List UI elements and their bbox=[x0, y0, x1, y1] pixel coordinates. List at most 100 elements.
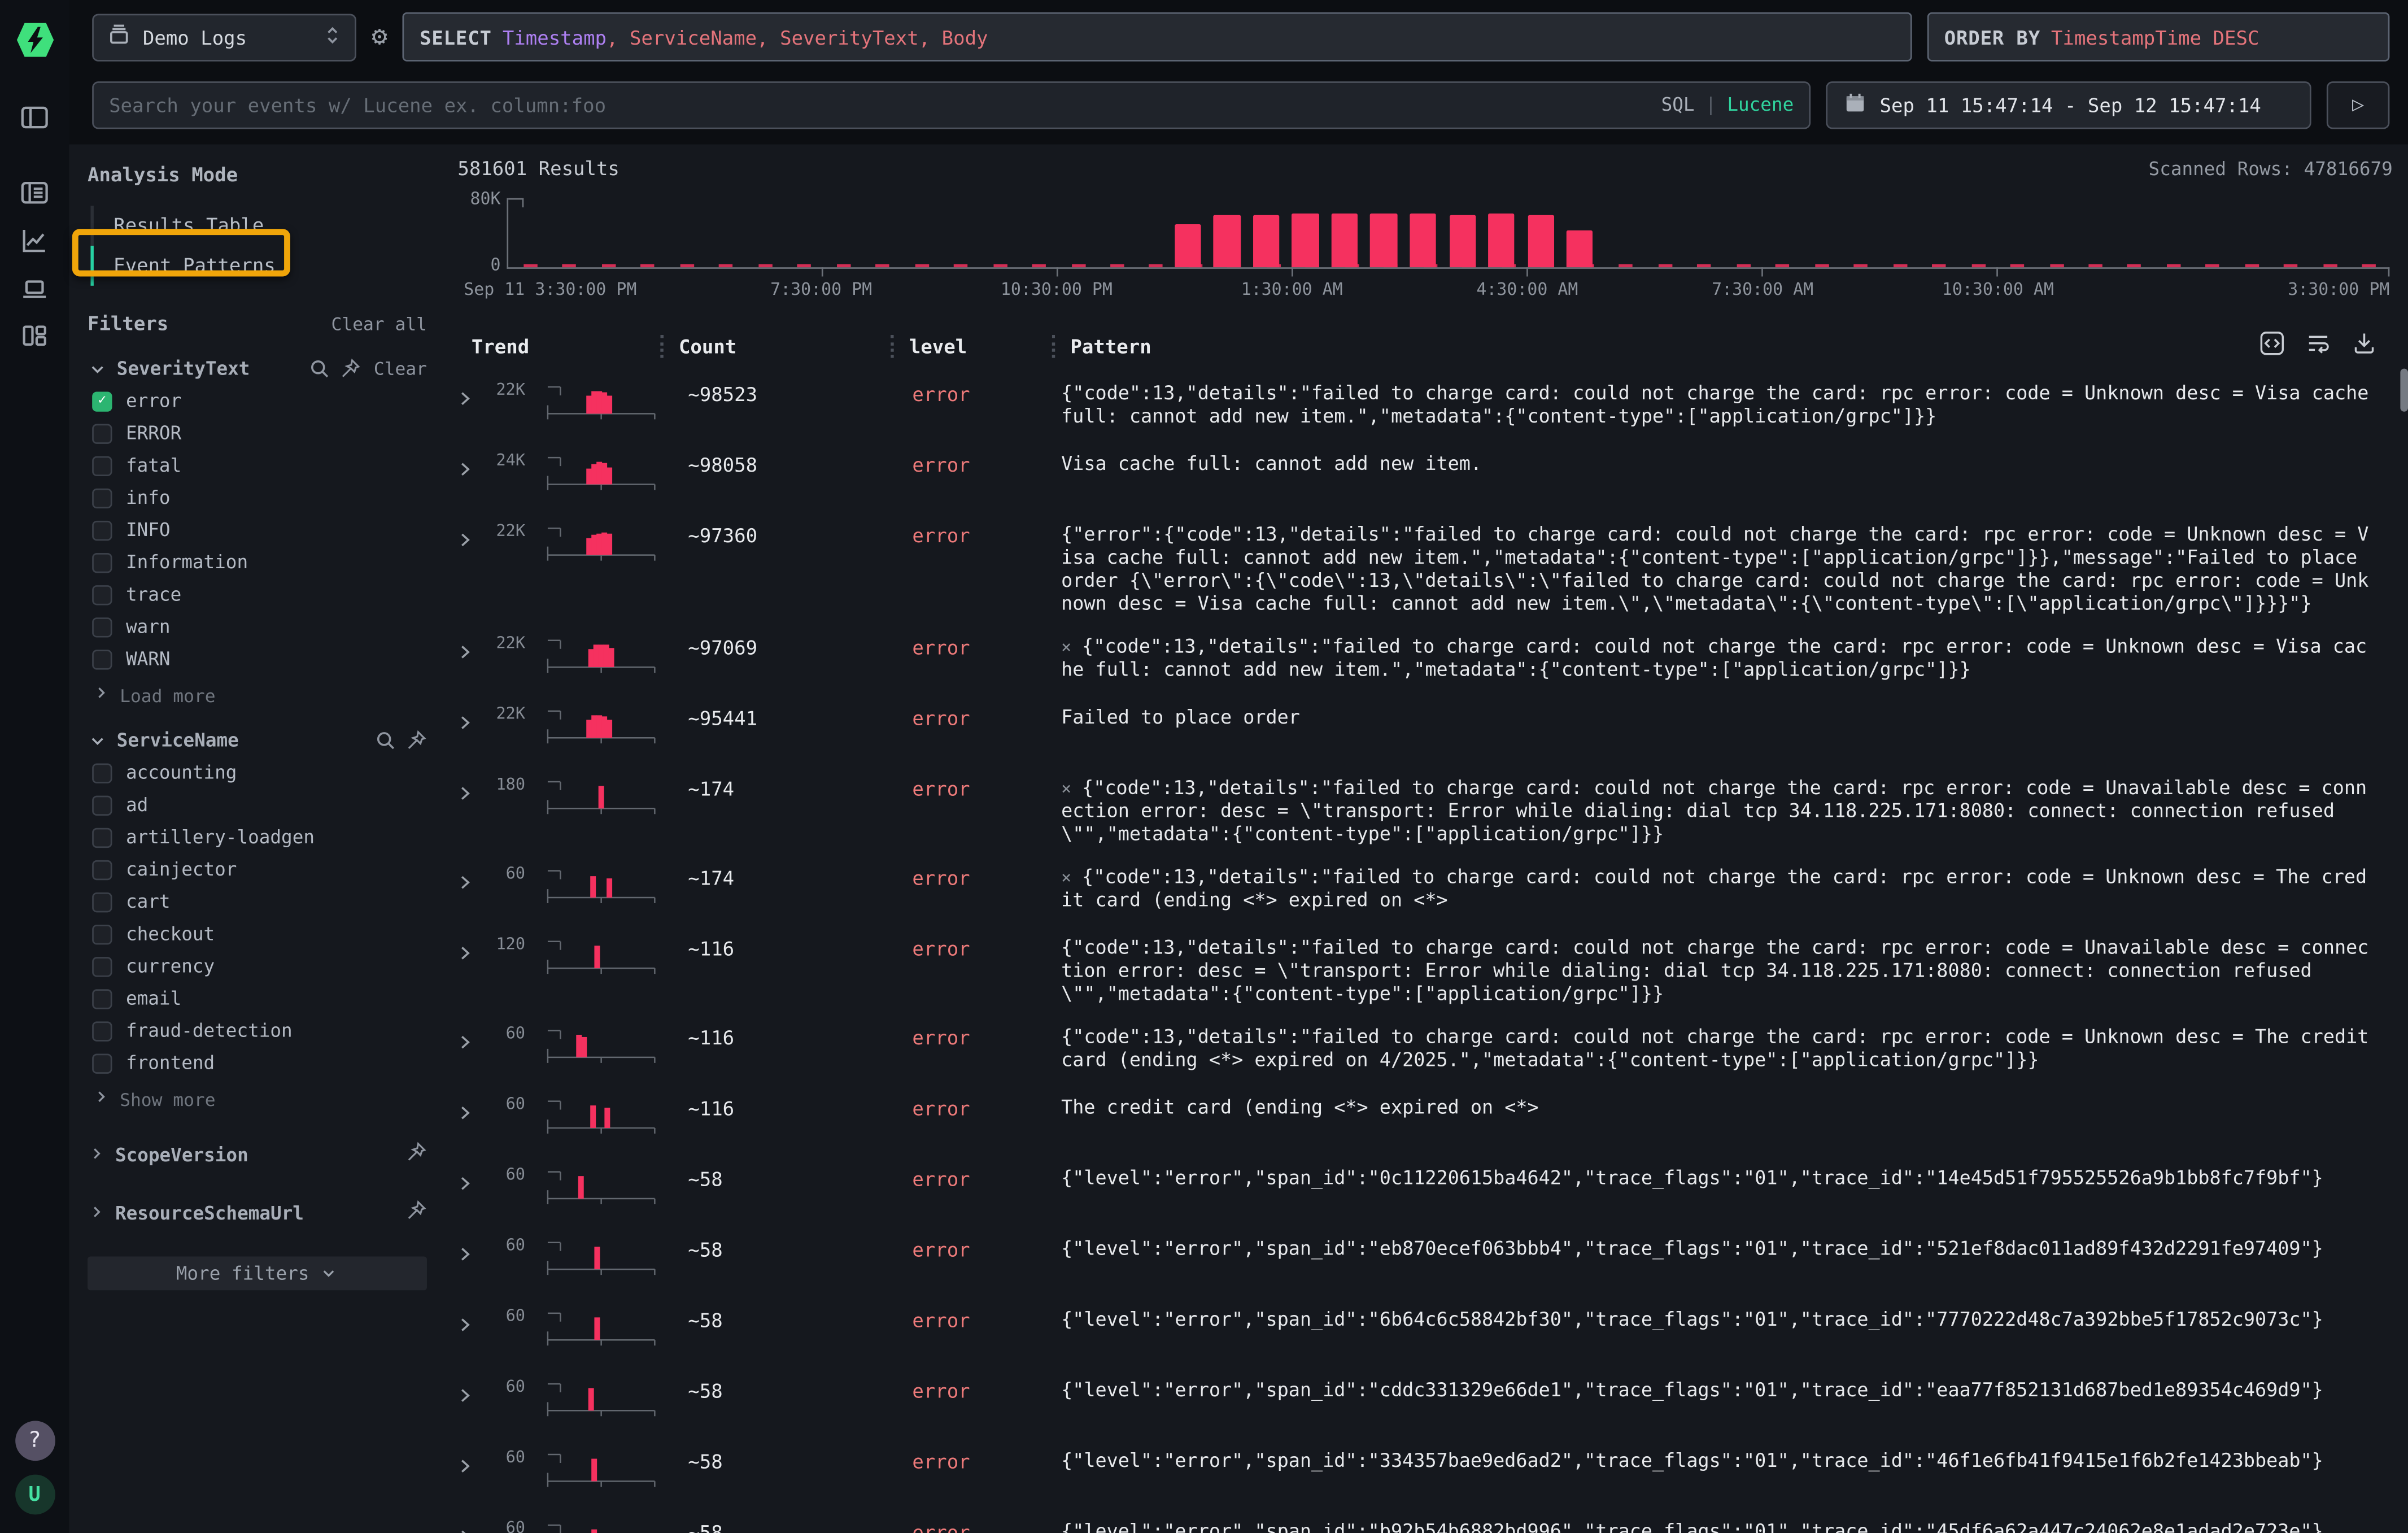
gear-icon[interactable]: ⚙ bbox=[372, 24, 387, 50]
filter-checkbox[interactable] bbox=[92, 827, 112, 847]
filter-group-scopeversion[interactable]: ScopeVersion bbox=[88, 1140, 427, 1169]
search-bar[interactable]: SQL | Lucene bbox=[92, 81, 1811, 128]
pattern-text[interactable]: ×{"code":13,"details":"failed to charge … bbox=[1052, 862, 2396, 913]
pattern-text[interactable]: Failed to place order bbox=[1052, 702, 2396, 730]
pattern-text[interactable]: {"level":"error","span_id":"334357bae9ed… bbox=[1052, 1445, 2396, 1473]
lucene-toggle[interactable]: Lucene bbox=[1727, 94, 1794, 115]
pin-icon[interactable] bbox=[405, 730, 427, 751]
help-button[interactable]: ? bbox=[15, 1421, 55, 1461]
expand-row-icon[interactable] bbox=[455, 702, 484, 739]
dashboards-icon[interactable] bbox=[19, 320, 51, 352]
wrap-lines-icon[interactable] bbox=[2305, 330, 2331, 361]
filter-checkbox[interactable] bbox=[92, 1053, 112, 1073]
pin-icon[interactable] bbox=[405, 1198, 427, 1227]
query-language-toggle[interactable]: SQL | Lucene bbox=[1661, 94, 1794, 115]
expand-row-icon[interactable] bbox=[455, 1163, 484, 1200]
download-icon[interactable] bbox=[2351, 330, 2377, 361]
sessions-icon[interactable] bbox=[19, 272, 51, 304]
filter-checkbox[interactable] bbox=[92, 585, 112, 604]
source-selector[interactable]: Demo Logs bbox=[92, 13, 356, 60]
expand-row-icon[interactable] bbox=[455, 773, 484, 809]
expand-row-icon[interactable] bbox=[455, 1021, 484, 1058]
pattern-text[interactable]: {"code":13,"details":"failed to charge c… bbox=[1052, 378, 2396, 429]
app-logo-icon[interactable] bbox=[15, 21, 55, 58]
pattern-text[interactable]: {"level":"error","span_id":"0c11220615ba… bbox=[1052, 1163, 2396, 1191]
events-histogram[interactable]: 80K 0 Sep 11 3:30:00 PM7:30:00 PM10:30:0… bbox=[455, 186, 2396, 306]
histogram-bar bbox=[1410, 214, 1436, 267]
histogram-plot-area[interactable] bbox=[507, 198, 2389, 269]
chevron-down-icon[interactable] bbox=[88, 359, 107, 378]
pattern-text[interactable]: {"level":"error","span_id":"eb870ecef063… bbox=[1052, 1234, 2396, 1261]
expand-row-icon[interactable] bbox=[455, 1445, 484, 1482]
analysis-mode-results-table[interactable]: Results Table bbox=[90, 206, 427, 246]
column-header-level[interactable]: level bbox=[891, 335, 1052, 358]
filter-checkbox[interactable] bbox=[92, 487, 112, 507]
search-input[interactable] bbox=[109, 93, 1649, 116]
expand-row-icon[interactable] bbox=[455, 1375, 484, 1412]
filter-group-resourceschemaurl[interactable]: ResourceSchemaUrl bbox=[88, 1198, 427, 1227]
filter-checkbox[interactable] bbox=[92, 649, 112, 669]
pattern-text[interactable]: {"level":"error","span_id":"6b64c6c58842… bbox=[1052, 1304, 2396, 1332]
filter-checkbox[interactable] bbox=[92, 988, 112, 1008]
expand-row-icon[interactable] bbox=[455, 862, 484, 899]
chart-explorer-icon[interactable] bbox=[19, 224, 51, 256]
pattern-text[interactable]: The credit card (ending <*> expired on <… bbox=[1052, 1092, 2396, 1120]
chevron-down-icon[interactable] bbox=[88, 730, 107, 750]
filter-checkbox[interactable] bbox=[92, 859, 112, 879]
filter-checkbox[interactable] bbox=[92, 892, 112, 912]
expand-row-icon[interactable] bbox=[455, 1304, 484, 1341]
search-logs-icon[interactable] bbox=[19, 177, 51, 209]
expand-row-icon[interactable] bbox=[455, 1092, 484, 1129]
column-header-pattern[interactable]: Pattern bbox=[1052, 335, 2396, 358]
pattern-text[interactable]: ×{"code":13,"details":"failed to charge … bbox=[1052, 632, 2396, 682]
run-query-button[interactable]: ▷ bbox=[2327, 81, 2389, 128]
pin-icon[interactable] bbox=[340, 358, 361, 380]
filter-checkbox[interactable]: ✓ bbox=[92, 391, 112, 411]
expand-row-icon[interactable] bbox=[455, 632, 484, 668]
user-avatar[interactable]: U bbox=[15, 1475, 55, 1515]
more-filters-button[interactable]: More filters bbox=[88, 1256, 427, 1290]
trend-sparkline: 22K bbox=[484, 519, 661, 574]
code-view-icon[interactable] bbox=[2259, 330, 2285, 361]
filter-checkbox[interactable] bbox=[92, 423, 112, 443]
pattern-text[interactable]: {"code":13,"details":"failed to charge c… bbox=[1052, 1021, 2396, 1072]
expand-row-icon[interactable] bbox=[455, 933, 484, 969]
sidebar-toggle-icon[interactable] bbox=[19, 101, 51, 133]
pattern-text[interactable]: {"level":"error","span_id":"b92b54b6882b… bbox=[1052, 1516, 2396, 1533]
expand-row-icon[interactable] bbox=[455, 519, 484, 556]
filter-checkbox[interactable] bbox=[92, 763, 112, 782]
expand-row-icon[interactable] bbox=[455, 1234, 484, 1270]
filter-checkbox[interactable] bbox=[92, 924, 112, 944]
filter-checkbox[interactable] bbox=[92, 1021, 112, 1040]
pattern-row: 60~58error{"level":"error","span_id":"eb… bbox=[455, 1227, 2396, 1298]
search-icon[interactable] bbox=[375, 730, 396, 751]
load-more-link[interactable]: Load more bbox=[92, 683, 427, 707]
pin-icon[interactable] bbox=[405, 1140, 427, 1169]
pattern-text[interactable]: Visa cache full: cannot add new item. bbox=[1052, 448, 2396, 476]
expand-row-icon[interactable] bbox=[455, 1516, 484, 1533]
select-query-input[interactable]: SELECT Timestamp, ServiceName, SeverityT… bbox=[403, 12, 1912, 62]
clear-filter-link[interactable]: Clear bbox=[374, 358, 427, 380]
filter-checkbox[interactable] bbox=[92, 617, 112, 637]
clear-all-filters-link[interactable]: Clear all bbox=[331, 312, 427, 334]
column-header-trend[interactable]: Trend bbox=[455, 335, 660, 358]
pattern-text[interactable]: {"error":{"code":13,"details":"failed to… bbox=[1052, 519, 2396, 616]
orderby-input[interactable]: ORDER BY TimestampTime DESC bbox=[1927, 12, 2390, 62]
expand-row-icon[interactable] bbox=[455, 448, 484, 485]
pattern-text[interactable]: {"code":13,"details":"failed to charge c… bbox=[1052, 933, 2396, 1007]
expand-row-icon[interactable] bbox=[455, 378, 484, 415]
sql-toggle[interactable]: SQL bbox=[1661, 94, 1695, 115]
filter-checkbox[interactable] bbox=[92, 795, 112, 815]
column-header-count[interactable]: Count bbox=[660, 335, 891, 358]
date-range-picker[interactable]: Sep 11 15:47:14 - Sep 12 15:47:14 bbox=[1826, 81, 2311, 128]
analysis-mode-event-patterns[interactable]: Event Patterns bbox=[90, 246, 427, 286]
pattern-text[interactable]: {"level":"error","span_id":"cddc331329e6… bbox=[1052, 1375, 2396, 1403]
pattern-text[interactable]: ×{"code":13,"details":"failed to charge … bbox=[1052, 773, 2396, 847]
filter-checkbox[interactable] bbox=[92, 455, 112, 475]
load-more-link[interactable]: Show more bbox=[92, 1087, 427, 1110]
search-icon[interactable] bbox=[309, 358, 331, 380]
filter-checkbox[interactable] bbox=[92, 956, 112, 976]
scrollbar-thumb[interactable] bbox=[2400, 369, 2408, 412]
filter-checkbox[interactable] bbox=[92, 552, 112, 572]
filter-checkbox[interactable] bbox=[92, 520, 112, 540]
